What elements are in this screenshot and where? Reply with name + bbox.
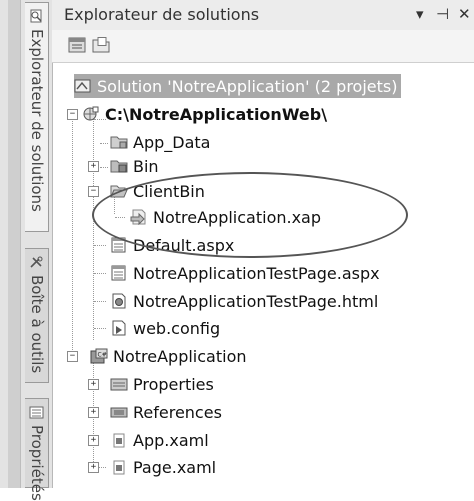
xaml-file-icon — [113, 460, 125, 475]
config-file-icon — [112, 320, 126, 336]
tree-item-web-config[interactable]: web.config — [110, 316, 220, 340]
website-project-icon — [83, 106, 99, 121]
pin-icon[interactable]: ⊣ — [436, 6, 449, 22]
panel-toolbar — [52, 30, 474, 63]
tree-item-label: App_Data — [133, 132, 211, 152]
folder-icon — [110, 160, 128, 173]
tree-item-label: Solution 'NotreApplication' (2 projets) — [97, 76, 398, 96]
aspx-file-icon — [111, 265, 126, 281]
references-icon — [110, 407, 128, 418]
panel-title-bar: Explorateur de solutions ▾ ⊣ ✕ — [52, 0, 474, 31]
expand-toggle[interactable]: + — [88, 379, 99, 390]
strip-edge — [8, 0, 21, 488]
tree-item-label: Properties — [133, 374, 214, 394]
tree-item-solution[interactable]: Solution 'NotreApplication' (2 projets) — [74, 74, 402, 98]
tree-item-references[interactable]: References — [110, 400, 222, 424]
tree-line — [100, 167, 108, 168]
expand-toggle[interactable]: + — [88, 407, 99, 418]
tree-line — [93, 110, 94, 340]
tree-item-website[interactable]: C:\NotreApplicationWeb\ — [82, 102, 327, 126]
tree-item-testpage-html[interactable]: NotreApplicationTestPage.html — [110, 289, 378, 313]
collapse-toggle[interactable]: − — [67, 109, 78, 120]
folder-icon — [110, 136, 128, 149]
tree-item-label: web.config — [133, 318, 221, 338]
tree-item-label: NotreApplicationTestPage.aspx — [133, 263, 380, 283]
expand-toggle[interactable]: + — [88, 161, 99, 172]
side-tab-label: Propriétés — [28, 425, 46, 501]
properties-folder-icon — [110, 378, 128, 391]
tree-line — [94, 245, 106, 246]
tree-item-label: NotreApplicationTestPage.html — [133, 291, 379, 311]
side-tab-strip: Explorateur de solutions Boîte à outils … — [0, 0, 53, 501]
tree-line — [94, 273, 106, 274]
toolbox-icon — [30, 256, 43, 268]
close-icon[interactable]: ✕ — [458, 6, 471, 22]
properties-icon[interactable] — [68, 37, 86, 53]
tree-item-app-data[interactable]: App_Data — [110, 130, 210, 154]
expand-toggle[interactable]: + — [88, 435, 99, 446]
tree-line — [94, 328, 106, 329]
side-tab-solution-explorer[interactable]: Explorateur de solutions — [25, 2, 49, 232]
tree-item-label: App.xaml — [133, 430, 209, 450]
solution-icon — [74, 79, 91, 93]
tree-item-label: References — [133, 402, 222, 422]
show-all-files-icon[interactable] — [92, 37, 110, 53]
solution-tree: Solution 'NotreApplication' (2 projets) … — [52, 62, 474, 488]
tree-line — [94, 301, 106, 302]
properties-icon — [29, 406, 44, 419]
side-tab-label: Explorateur de solutions — [28, 29, 46, 212]
tree-item-label: NotreApplication — [113, 346, 247, 366]
collapse-toggle[interactable]: − — [67, 351, 78, 362]
tree-item-project[interactable]: C# NotreApplication — [90, 344, 247, 368]
html-file-icon — [112, 293, 126, 309]
side-tab-label: Boîte à outils — [28, 275, 46, 374]
tree-line — [100, 143, 108, 144]
tree-item-testpage-aspx[interactable]: NotreApplicationTestPage.aspx — [110, 261, 380, 285]
panel-title: Explorateur de solutions — [64, 5, 260, 24]
highlight-ellipse — [92, 172, 408, 258]
solution-explorer-icon — [30, 9, 42, 23]
tree-item-label: Bin — [133, 156, 159, 176]
expand-toggle[interactable]: + — [88, 462, 99, 473]
tree-item-bin[interactable]: Bin — [110, 154, 159, 178]
tree-item-label: Page.xaml — [133, 457, 217, 477]
side-tab-toolbox[interactable]: Boîte à outils — [25, 248, 49, 383]
tree-item-app-xaml[interactable]: App.xaml — [110, 428, 209, 452]
tree-line — [72, 110, 73, 356]
collapse-toggle[interactable]: − — [88, 186, 99, 197]
tree-item-properties[interactable]: Properties — [110, 372, 214, 396]
tree-item-page-xaml[interactable]: Page.xaml — [110, 455, 216, 479]
csharp-project-icon: C# — [90, 348, 108, 364]
dropdown-icon[interactable]: ▾ — [416, 6, 424, 22]
xaml-file-icon — [113, 433, 125, 448]
svg-text:C#: C# — [98, 352, 107, 359]
side-tab-properties[interactable]: Propriétés — [25, 398, 49, 501]
tree-item-label: C:\NotreApplicationWeb\ — [105, 104, 328, 124]
